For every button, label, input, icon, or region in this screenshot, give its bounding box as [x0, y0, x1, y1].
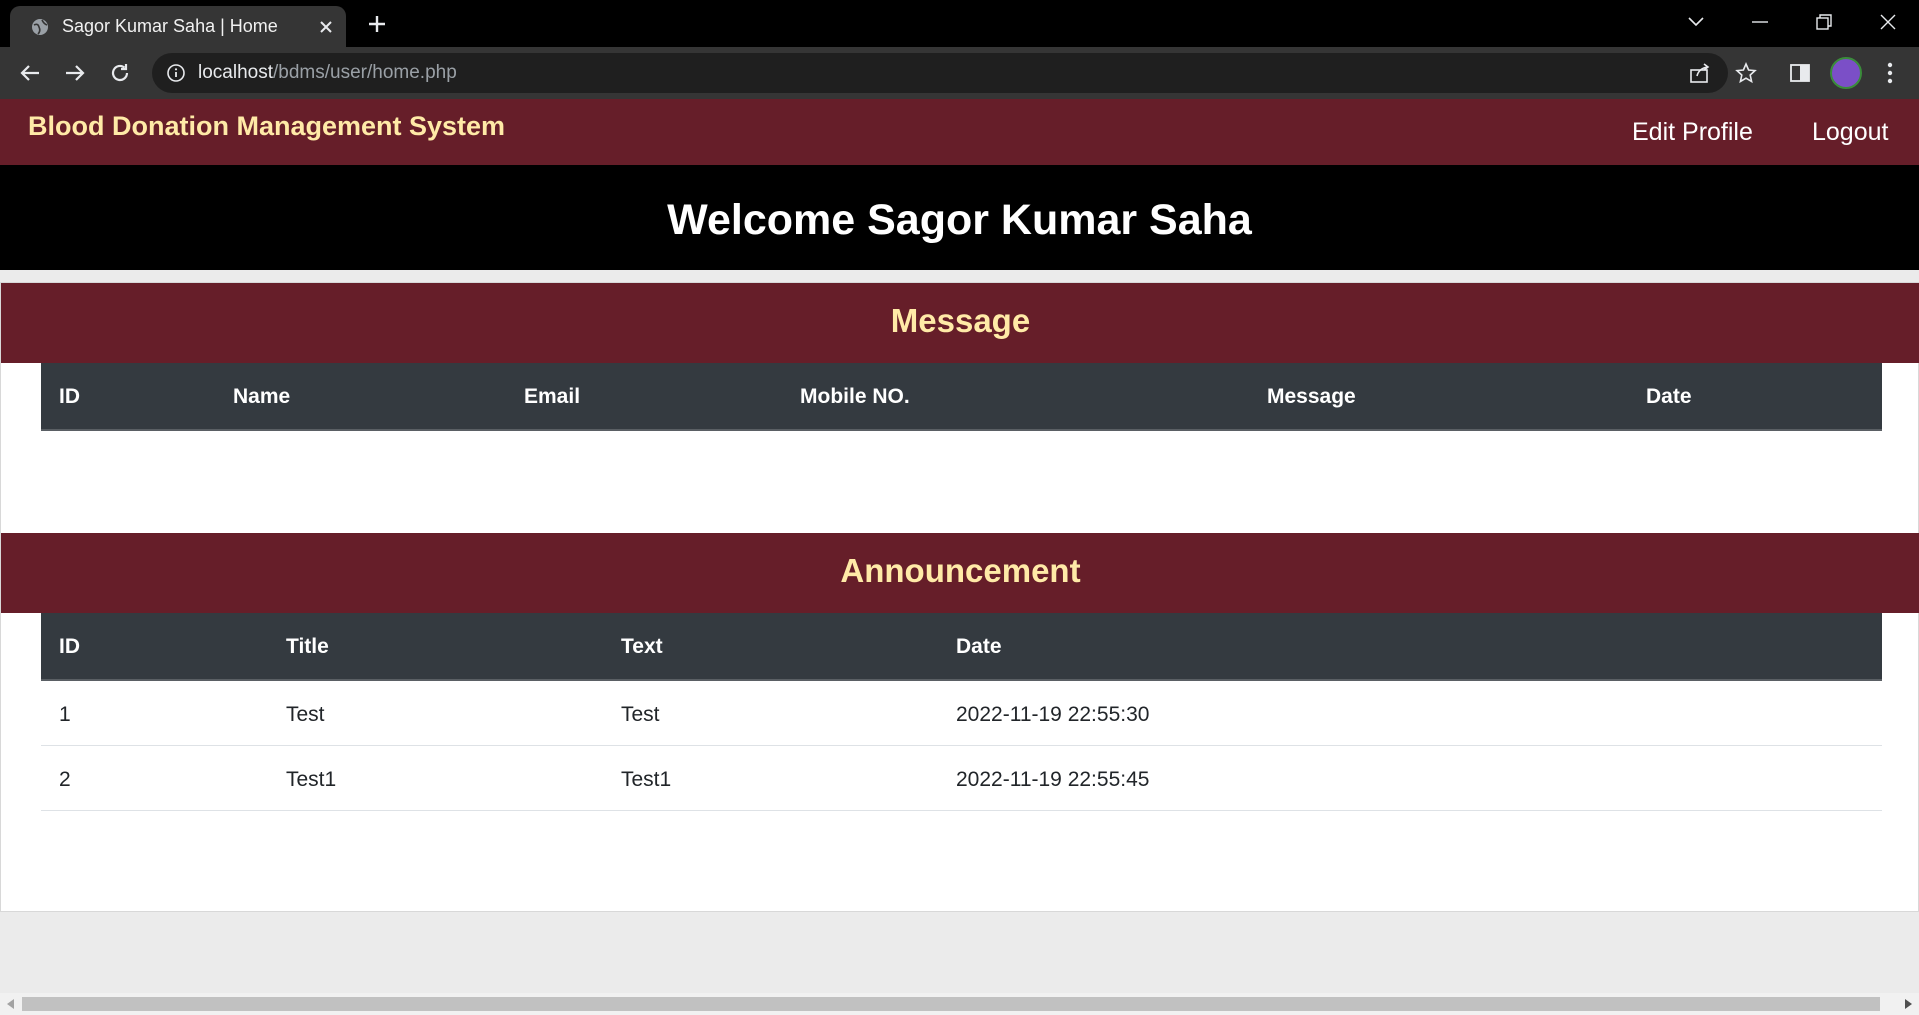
cell-title: Test — [286, 703, 325, 726]
minimize-icon[interactable] — [1746, 8, 1774, 36]
bookmark-star-icon[interactable] — [1732, 59, 1760, 87]
tab-title: Sagor Kumar Saha | Home — [62, 16, 278, 36]
logout-link[interactable]: Logout — [1812, 118, 1888, 147]
browser-tab-bar: Sagor Kumar Saha | Home — [0, 0, 1919, 47]
cell-text: Test1 — [621, 768, 672, 791]
message-section-title: Message — [1, 283, 1919, 363]
column-header: ID — [59, 635, 80, 658]
content-card: Message ID Name Email Mobile NO. Message… — [0, 282, 1919, 912]
announcement-table-header: ID Title Text Date — [41, 613, 1882, 681]
cell-id: 1 — [59, 703, 71, 726]
browser-tab[interactable]: Sagor Kumar Saha | Home — [10, 6, 346, 47]
column-header: Mobile NO. — [800, 385, 910, 408]
column-header: Name — [233, 385, 291, 408]
profile-avatar[interactable] — [1830, 57, 1862, 89]
welcome-banner: Welcome Sagor Kumar Saha — [0, 165, 1919, 270]
cell-text: Test — [621, 703, 660, 726]
column-header: Date — [956, 635, 1002, 658]
restore-icon[interactable] — [1810, 8, 1838, 36]
column-header: Text — [621, 635, 663, 658]
cell-date: 2022-11-19 22:55:45 — [956, 768, 1150, 791]
column-header: Date — [1646, 385, 1692, 408]
scroll-left-icon[interactable] — [5, 998, 17, 1010]
column-header: Message — [1267, 385, 1356, 408]
column-header: ID — [59, 385, 80, 408]
tab-search-chevron-icon[interactable] — [1682, 8, 1710, 36]
site-info-icon[interactable] — [166, 63, 186, 83]
side-panel-icon[interactable] — [1786, 59, 1814, 87]
url-path: /bdms/user/home.php — [273, 62, 457, 83]
close-tab-icon[interactable] — [316, 17, 336, 37]
announcement-section-title: Announcement — [1, 533, 1919, 613]
message-table-header: ID Name Email Mobile NO. Message Date — [41, 363, 1882, 431]
browser-toolbar: localhost/bdms/user/home.php — [0, 47, 1919, 99]
column-header: Email — [524, 385, 581, 408]
app-header: Blood Donation Management System Edit Pr… — [0, 99, 1919, 165]
menu-kebab-icon[interactable] — [1876, 59, 1904, 87]
new-tab-icon[interactable] — [364, 11, 390, 37]
url-text: localhost/bdms/user/home.php — [198, 62, 457, 84]
cell-date: 2022-11-19 22:55:30 — [956, 703, 1150, 726]
back-icon[interactable] — [16, 59, 44, 87]
url-host: localhost — [198, 62, 273, 83]
share-icon[interactable] — [1688, 61, 1712, 85]
cell-id: 2 — [59, 768, 71, 791]
forward-icon[interactable] — [61, 59, 89, 87]
horizontal-scrollbar[interactable] — [0, 993, 1919, 1015]
globe-icon — [32, 18, 48, 35]
brand-link[interactable]: Blood Donation Management System — [28, 111, 505, 142]
address-bar[interactable]: localhost/bdms/user/home.php — [152, 53, 1728, 93]
table-row: 1 Test Test 2022-11-19 22:55:30 — [41, 681, 1882, 746]
cell-title: Test1 — [286, 768, 337, 791]
window-close-icon[interactable] — [1874, 8, 1902, 36]
reload-icon[interactable] — [106, 59, 134, 87]
edit-profile-link[interactable]: Edit Profile — [1632, 118, 1753, 147]
table-row: 2 Test1 Test1 2022-11-19 22:55:45 — [41, 746, 1882, 811]
scrollbar-thumb[interactable] — [22, 997, 1880, 1011]
column-header: Title — [286, 635, 329, 658]
scroll-right-icon[interactable] — [1902, 998, 1914, 1010]
